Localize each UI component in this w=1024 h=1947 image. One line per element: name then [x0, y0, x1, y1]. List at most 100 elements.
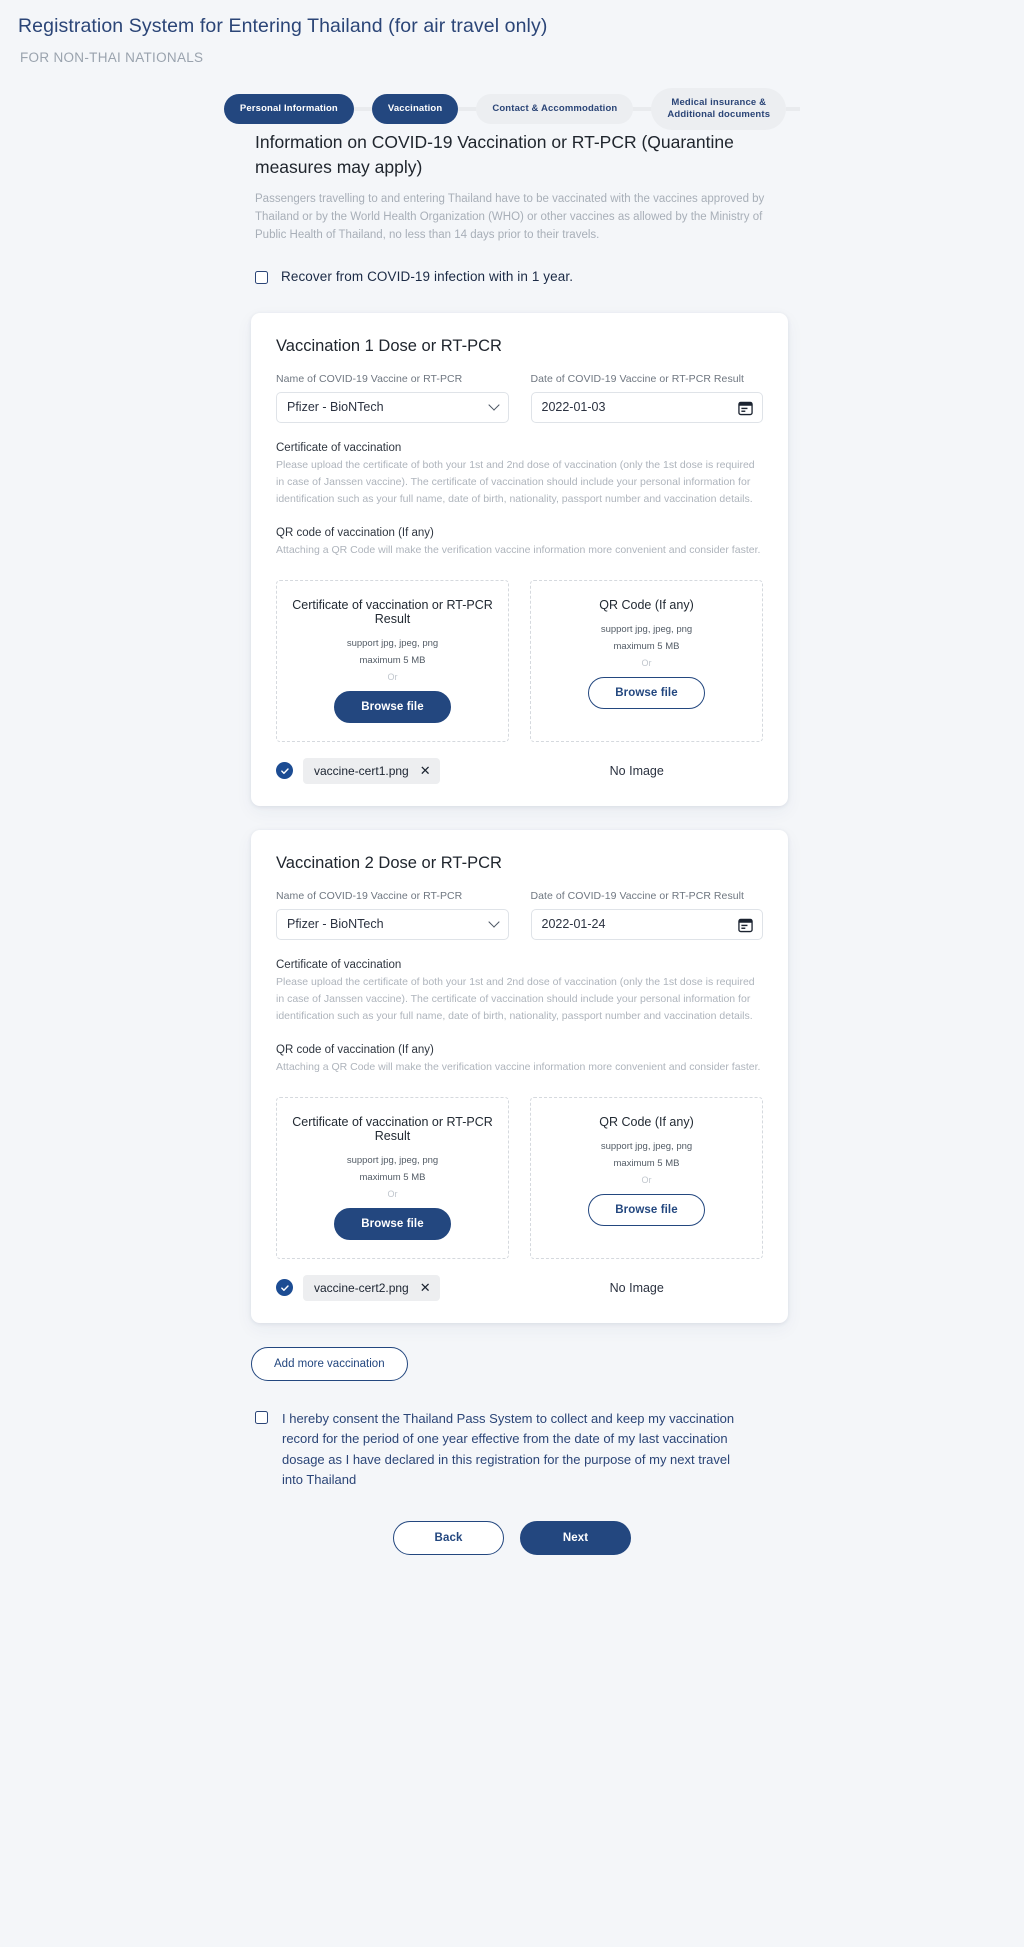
- upload-certificate-formats-1: support jpg, jpeg, png: [346, 637, 439, 649]
- vaccine-date-input-2[interactable]: 2022-01-24: [530, 908, 763, 940]
- upload-qr-title-1: QR Code (If any): [599, 597, 694, 612]
- upload-boxes-1: Certificate of vaccination or RT-PCR Res…: [276, 579, 763, 742]
- step-contact-accommodation[interactable]: Contact & Accommodation: [476, 94, 634, 125]
- vaccine-date-value-1: 2022-01-03: [541, 399, 606, 414]
- vaccine-name-label-2: Name of COVID-19 Vaccine or RT-PCR: [276, 889, 463, 902]
- check-circle-icon: [276, 762, 293, 780]
- upload-certificate-maxsize-1: maximum 5 MB: [359, 654, 426, 666]
- vaccine-date-label-2: Date of COVID-19 Vaccine or RT-PCR Resul…: [530, 889, 744, 902]
- file-name-2: vaccine-cert2.png: [314, 1280, 409, 1295]
- page-title: Registration System for Entering Thailan…: [18, 15, 548, 37]
- section-title: Information on COVID-19 Vaccination or R…: [255, 132, 734, 177]
- step-personal-information[interactable]: Personal Information: [223, 94, 354, 125]
- intro-block: Information on COVID-19 Vaccination or R…: [255, 130, 775, 244]
- upload-qr-box-2[interactable]: QR Code (If any) support jpg, jpeg, png …: [530, 1096, 763, 1259]
- main-content: Information on COVID-19 Vaccination or R…: [0, 130, 1024, 1555]
- upload-certificate-or-1: Or: [387, 671, 398, 682]
- upload-certificate-title-1: Certificate of vaccination or RT-PCR Res…: [292, 597, 493, 626]
- recover-checkbox-row[interactable]: Recover from COVID-19 infection with in …: [255, 269, 1024, 284]
- certificate-description-1: Please upload the certificate of both yo…: [276, 458, 755, 505]
- vaccination-2-fields: Name of COVID-19 Vaccine or RT-PCR Pfize…: [276, 890, 763, 940]
- upload-qr-or-2: Or: [641, 1174, 652, 1185]
- consent-row[interactable]: I hereby consent the Thailand Pass Syste…: [255, 1409, 775, 1491]
- vaccine-date-field-2: Date of COVID-19 Vaccine or RT-PCR Resul…: [530, 889, 763, 940]
- page-header: Registration System for Entering Thailan…: [0, 0, 1024, 65]
- upload-certificate-maxsize-2: maximum 5 MB: [359, 1171, 426, 1183]
- upload-qr-or-1: Or: [641, 657, 652, 668]
- vaccine-date-label-1: Date of COVID-19 Vaccine or RT-PCR Resul…: [530, 372, 744, 385]
- qr-description-1: Attaching a QR Code will make the verifi…: [276, 543, 761, 556]
- calendar-icon[interactable]: [738, 400, 753, 419]
- next-button[interactable]: Next: [520, 1520, 631, 1555]
- vaccine-name-value-1: Pfizer - BioNTech: [287, 399, 384, 414]
- section-description: Passengers travelling to and entering Th…: [255, 193, 765, 241]
- chevron-down-icon: [487, 399, 500, 411]
- page-subtitle: FOR NON-THAI NATIONALS: [20, 50, 204, 66]
- certificate-description-2: Please upload the certificate of both yo…: [276, 975, 755, 1022]
- browse-file-qr-button-1[interactable]: Browse file: [588, 676, 705, 709]
- browse-file-qr-button-2[interactable]: Browse file: [588, 1193, 705, 1226]
- upload-certificate-or-2: Or: [387, 1188, 398, 1199]
- step-connector-3: [631, 107, 654, 112]
- step-medical-insurance[interactable]: Medical insurance & Additional documents: [651, 88, 787, 131]
- add-more-wrapper: Add more vaccination: [251, 1346, 1024, 1381]
- vaccine-name-value-2: Pfizer - BioNTech: [287, 916, 384, 931]
- vaccine-date-value-2: 2022-01-24: [541, 916, 606, 931]
- file-chip-2: vaccine-cert2.png ✕: [303, 1274, 440, 1301]
- upload-boxes-2: Certificate of vaccination or RT-PCR Res…: [276, 1096, 763, 1259]
- certificate-title-1: Certificate of vaccination: [276, 441, 402, 454]
- vaccination-card-2-title: Vaccination 2 Dose or RT-PCR: [276, 853, 502, 872]
- browse-file-certificate-button-1[interactable]: Browse file: [334, 690, 451, 723]
- consent-checkbox[interactable]: [255, 1410, 268, 1424]
- vaccine-name-field-2: Name of COVID-19 Vaccine or RT-PCR Pfize…: [276, 890, 509, 940]
- vaccine-name-field-1: Name of COVID-19 Vaccine or RT-PCR Pfize…: [276, 373, 509, 423]
- uploaded-files-row-1: vaccine-cert1.png ✕ No Image: [276, 757, 763, 784]
- upload-certificate-title-2: Certificate of vaccination or RT-PCR Res…: [292, 1114, 493, 1143]
- qr-status-1: No Image: [609, 763, 664, 778]
- upload-qr-maxsize-2: maximum 5 MB: [613, 1157, 680, 1169]
- step-vaccination[interactable]: Vaccination: [371, 94, 459, 125]
- vaccination-card-1-title: Vaccination 1 Dose or RT-PCR: [276, 336, 502, 355]
- check-circle-icon: [276, 1279, 293, 1297]
- footer-buttons: Back Next: [0, 1520, 1024, 1555]
- upload-qr-maxsize-1: maximum 5 MB: [613, 640, 680, 652]
- recover-checkbox[interactable]: [255, 270, 268, 284]
- uploaded-files-row-2: vaccine-cert2.png ✕ No Image: [276, 1274, 763, 1301]
- certificate-title-2: Certificate of vaccination: [276, 958, 402, 971]
- vaccination-card-1: Vaccination 1 Dose or RT-PCR Name of COV…: [251, 312, 788, 806]
- remove-file-icon[interactable]: ✕: [420, 1281, 431, 1294]
- vaccination-card-2: Vaccination 2 Dose or RT-PCR Name of COV…: [251, 829, 788, 1323]
- upload-certificate-box-1[interactable]: Certificate of vaccination or RT-PCR Res…: [276, 579, 509, 742]
- upload-certificate-formats-2: support jpg, jpeg, png: [346, 1154, 439, 1166]
- vaccine-name-label-1: Name of COVID-19 Vaccine or RT-PCR: [276, 372, 463, 385]
- vaccine-date-field-1: Date of COVID-19 Vaccine or RT-PCR Resul…: [530, 372, 763, 423]
- upload-qr-box-1[interactable]: QR Code (If any) support jpg, jpeg, png …: [530, 579, 763, 742]
- qr-description-2: Attaching a QR Code will make the verifi…: [276, 1060, 761, 1073]
- remove-file-icon[interactable]: ✕: [420, 764, 431, 777]
- vaccination-1-fields: Name of COVID-19 Vaccine or RT-PCR Pfize…: [276, 373, 763, 423]
- step-connector-1: [351, 107, 374, 112]
- back-button[interactable]: Back: [393, 1520, 504, 1555]
- progress-stepper: Personal Information Vaccination Contact…: [0, 88, 1024, 131]
- file-name-1: vaccine-cert1.png: [314, 763, 409, 778]
- file-chip-1: vaccine-cert1.png ✕: [303, 757, 440, 784]
- browse-file-certificate-button-2[interactable]: Browse file: [334, 1207, 451, 1240]
- consent-label: I hereby consent the Thailand Pass Syste…: [282, 1410, 735, 1488]
- step-connector-4: [786, 107, 801, 112]
- calendar-icon[interactable]: [738, 917, 753, 936]
- vaccine-name-select-1[interactable]: Pfizer - BioNTech: [276, 391, 509, 423]
- uploaded-certificate-2: vaccine-cert2.png ✕: [276, 1274, 517, 1301]
- qr-title-1: QR code of vaccination (If any): [276, 526, 434, 539]
- add-more-vaccination-button[interactable]: Add more vaccination: [251, 1346, 408, 1381]
- qr-status-2: No Image: [609, 1280, 664, 1295]
- qr-title-2: QR code of vaccination (If any): [276, 1043, 434, 1056]
- uploaded-certificate-1: vaccine-cert1.png ✕: [276, 757, 517, 784]
- vaccine-date-input-1[interactable]: 2022-01-03: [530, 391, 763, 423]
- upload-qr-title-2: QR Code (If any): [599, 1114, 694, 1129]
- chevron-down-icon: [487, 916, 500, 928]
- upload-certificate-box-2[interactable]: Certificate of vaccination or RT-PCR Res…: [276, 1096, 509, 1259]
- step-connector-2: [456, 107, 479, 112]
- recover-checkbox-label: Recover from COVID-19 infection with in …: [281, 268, 574, 284]
- upload-qr-formats-1: support jpg, jpeg, png: [600, 623, 693, 635]
- vaccine-name-select-2[interactable]: Pfizer - BioNTech: [276, 908, 509, 940]
